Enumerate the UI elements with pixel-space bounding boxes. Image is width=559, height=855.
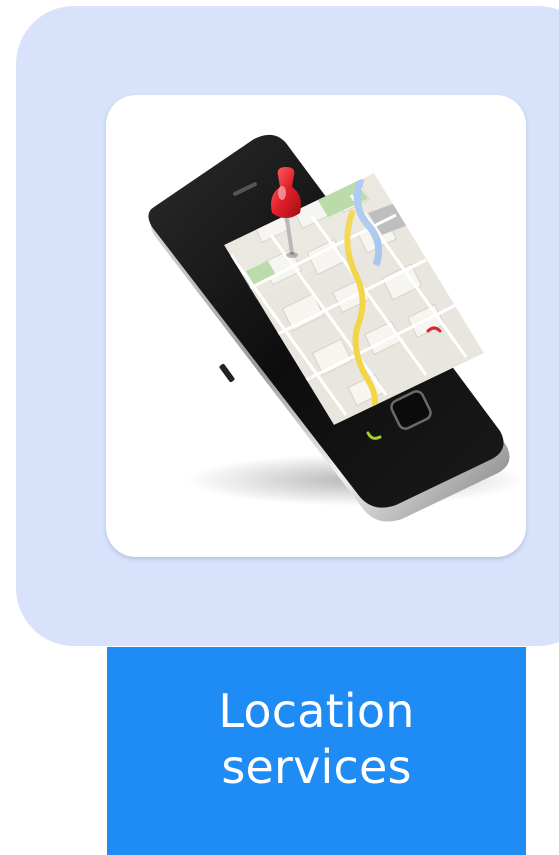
tile-caption: Location services (107, 683, 526, 795)
tile-image-card (106, 95, 526, 557)
caption-line-1: Location (218, 684, 415, 738)
caption-line-2: services (221, 740, 412, 794)
caption-box[interactable]: Location services (107, 647, 526, 855)
phone-side-button (219, 363, 235, 383)
smartphone-map-illustration (148, 134, 526, 522)
location-services-tile[interactable]: Location services (0, 0, 559, 855)
